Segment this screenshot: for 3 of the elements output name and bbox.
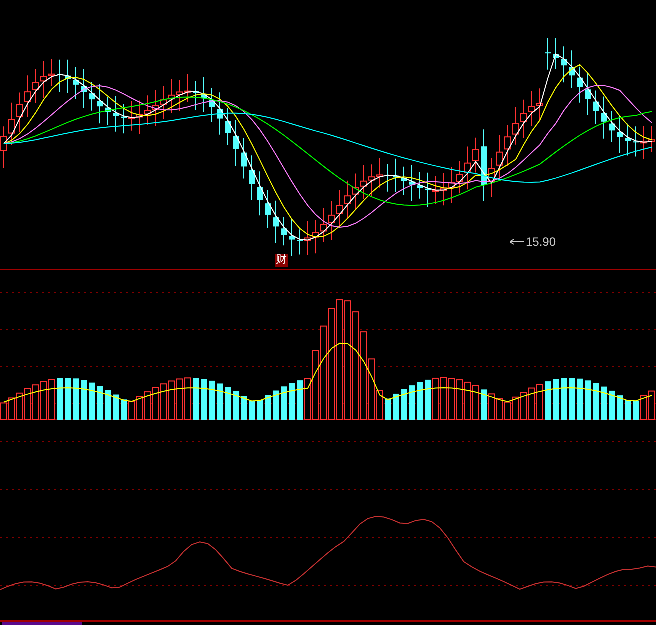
left-arrow-icon xyxy=(510,239,524,245)
low-price-label: 15.90 xyxy=(526,235,556,249)
event-badge: 财 xyxy=(275,254,288,267)
